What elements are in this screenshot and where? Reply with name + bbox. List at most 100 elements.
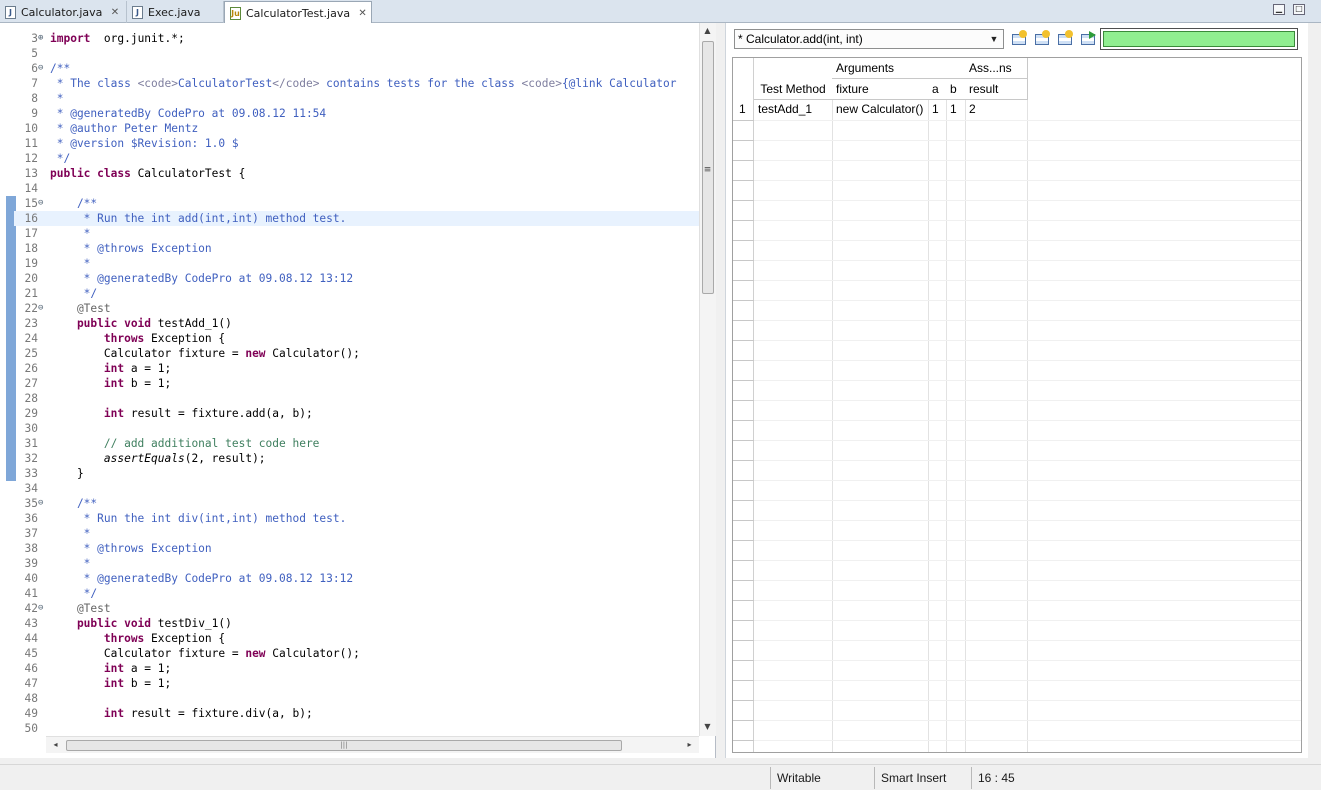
cell-test-method[interactable]: testAdd_1 (754, 100, 832, 120)
code-text: * @throws Exception (50, 541, 212, 556)
column-header-test-method[interactable]: Test Method (754, 79, 833, 100)
code-line[interactable]: 30 (14, 421, 699, 436)
collapse-fold-icon[interactable]: ⊖ (38, 601, 47, 616)
code-text: assertEquals(2, result); (50, 451, 266, 466)
chevron-down-icon[interactable]: ▼ (987, 31, 1001, 47)
code-line[interactable]: 17 * (14, 226, 699, 241)
code-line[interactable]: 44 throws Exception { (14, 631, 699, 646)
row-divider (733, 480, 754, 481)
column-header-b[interactable]: b (946, 79, 966, 100)
row-divider (733, 500, 754, 501)
code-line[interactable]: 19 * (14, 256, 699, 271)
code-line[interactable]: 13 public class CalculatorTest { (14, 166, 699, 181)
code-text: } (50, 466, 84, 481)
code-line[interactable]: 32 assertEquals(2, result); (14, 451, 699, 466)
code-line[interactable]: 37 * (14, 526, 699, 541)
code-line[interactable]: 45 Calculator fixture = new Calculator()… (14, 646, 699, 661)
collapse-fold-icon[interactable]: ⊖ (38, 196, 47, 211)
code-line[interactable]: 28 (14, 391, 699, 406)
scroll-thumb[interactable]: ||| (66, 740, 622, 751)
scroll-left-icon[interactable]: ◂ (48, 740, 63, 749)
code-line[interactable]: 18 * @throws Exception (14, 241, 699, 256)
code-line[interactable]: 11 * @version $Revision: 1.0 $ (14, 136, 699, 151)
tab-calculator-java[interactable]: J Calculator.java ✕ (0, 1, 127, 23)
code-line[interactable]: 38 * @throws Exception (14, 541, 699, 556)
minimize-icon[interactable]: ▁ (1273, 4, 1285, 15)
code-line[interactable]: 21 */ (14, 286, 699, 301)
code-line[interactable]: 39 * (14, 556, 699, 571)
test-data-table[interactable]: Test Method Arguments Ass...ns fixture a… (732, 57, 1302, 753)
code-line[interactable]: 3 ⊕ import org.junit.*; (14, 31, 699, 46)
tab-exec-java[interactable]: J Exec.java (127, 1, 224, 23)
add-column-icon[interactable] (1032, 29, 1051, 48)
code-line[interactable]: 14 (14, 181, 699, 196)
close-icon[interactable]: ✕ (357, 8, 368, 19)
code-line[interactable]: 43 public void testDiv_1() (14, 616, 699, 631)
code-line[interactable]: 15 ⊖ /** (14, 196, 699, 211)
group-header-arguments[interactable]: Arguments (832, 58, 966, 79)
maximize-icon[interactable]: □ (1293, 4, 1305, 15)
scroll-up-icon[interactable]: ▲ (700, 26, 715, 35)
code-line[interactable]: 36 * Run the int div(int,int) method tes… (14, 511, 699, 526)
horizontal-scrollbar[interactable]: ◂ ||| ▸ (46, 736, 699, 753)
collapse-fold-icon[interactable]: ⊖ (38, 61, 47, 76)
code-line[interactable]: 16 * Run the int add(int,int) method tes… (14, 211, 699, 226)
code-line[interactable]: 27 int b = 1; (14, 376, 699, 391)
column-header-a[interactable]: a (928, 79, 947, 100)
code-line[interactable]: 9 * @generatedBy CodePro at 09.08.12 11:… (14, 106, 699, 121)
code-line[interactable]: 49 int result = fixture.div(a, b); (14, 706, 699, 721)
code-token: b = 1; (124, 377, 172, 390)
code-line[interactable]: 40 * @generatedBy CodePro at 09.08.12 13… (14, 571, 699, 586)
code-line[interactable]: 6 ⊖/** (14, 61, 699, 76)
code-line[interactable]: 42 ⊖ @Test (14, 601, 699, 616)
code-line[interactable]: 5 (14, 46, 699, 61)
code-line[interactable]: 7 * The class <code>CalculatorTest</code… (14, 76, 699, 91)
column-header-fixture[interactable]: fixture (832, 79, 929, 100)
run-tests-icon[interactable] (1078, 29, 1097, 48)
code-line[interactable]: 35 ⊖ /** (14, 496, 699, 511)
add-test-row-icon[interactable] (1009, 29, 1028, 48)
code-line[interactable]: 50 (14, 721, 699, 736)
code-line[interactable]: 31 // add additional test code here (14, 436, 699, 451)
line-number: 10 (24, 122, 38, 135)
code-line[interactable]: 25 Calculator fixture = new Calculator()… (14, 346, 699, 361)
code-token: /** (50, 497, 98, 510)
scroll-down-icon[interactable]: ▼ (700, 722, 715, 731)
code-line[interactable]: 48 (14, 691, 699, 706)
code-line[interactable]: 46 int a = 1; (14, 661, 699, 676)
code-line[interactable]: 47 int b = 1; (14, 676, 699, 691)
code-lines[interactable]: 3 ⊕ import org.junit.*; 5 6 ⊖/** 7 * The class… (14, 31, 699, 736)
column-header-result[interactable]: result (965, 79, 1028, 100)
row-divider (733, 700, 754, 701)
collapse-fold-icon[interactable]: ⊖ (38, 301, 47, 316)
tab-calculatortest-java[interactable]: Ju CalculatorTest.java ✕ (224, 1, 372, 24)
cell-b[interactable]: 1 (946, 100, 965, 120)
code-line[interactable]: 34 (14, 481, 699, 496)
code-line[interactable]: 26 int a = 1; (14, 361, 699, 376)
code-line[interactable]: 23 public void testAdd_1() (14, 316, 699, 331)
junit-file-icon: Ju (230, 6, 241, 20)
code-line[interactable]: 22 ⊖ @Test (14, 301, 699, 316)
code-editor[interactable]: 3 ⊕ import org.junit.*; 5 6 ⊖/** 7 * The class… (0, 23, 716, 758)
cell-fixture[interactable]: new Calculator() (832, 100, 928, 120)
line-number: 45 (24, 647, 38, 660)
expand-fold-icon[interactable]: ⊕ (38, 31, 47, 46)
code-line[interactable]: 29 int result = fixture.add(a, b); (14, 406, 699, 421)
generate-tests-icon[interactable] (1055, 29, 1074, 48)
code-line[interactable]: 33 } (14, 466, 699, 481)
cell-a[interactable]: 1 (928, 100, 946, 120)
code-line[interactable]: 12 */ (14, 151, 699, 166)
row-divider (733, 560, 754, 561)
method-selector[interactable]: * Calculator.add(int, int) ▼ (734, 29, 1004, 49)
collapse-fold-icon[interactable]: ⊖ (38, 496, 47, 511)
code-line[interactable]: 41 */ (14, 586, 699, 601)
scroll-right-icon[interactable]: ▸ (682, 740, 697, 749)
code-line[interactable]: 24 throws Exception { (14, 331, 699, 346)
cell-result[interactable]: 2 (965, 100, 1027, 120)
close-icon[interactable]: ✕ (109, 7, 120, 18)
group-header-assertions[interactable]: Ass...ns (965, 58, 1028, 79)
vertical-scrollbar[interactable]: ▲ ≡ ▼ (699, 23, 716, 736)
code-line[interactable]: 10 * @author Peter Mentz (14, 121, 699, 136)
code-line[interactable]: 20 * @generatedBy CodePro at 09.08.12 13… (14, 271, 699, 286)
code-line[interactable]: 8 * (14, 91, 699, 106)
